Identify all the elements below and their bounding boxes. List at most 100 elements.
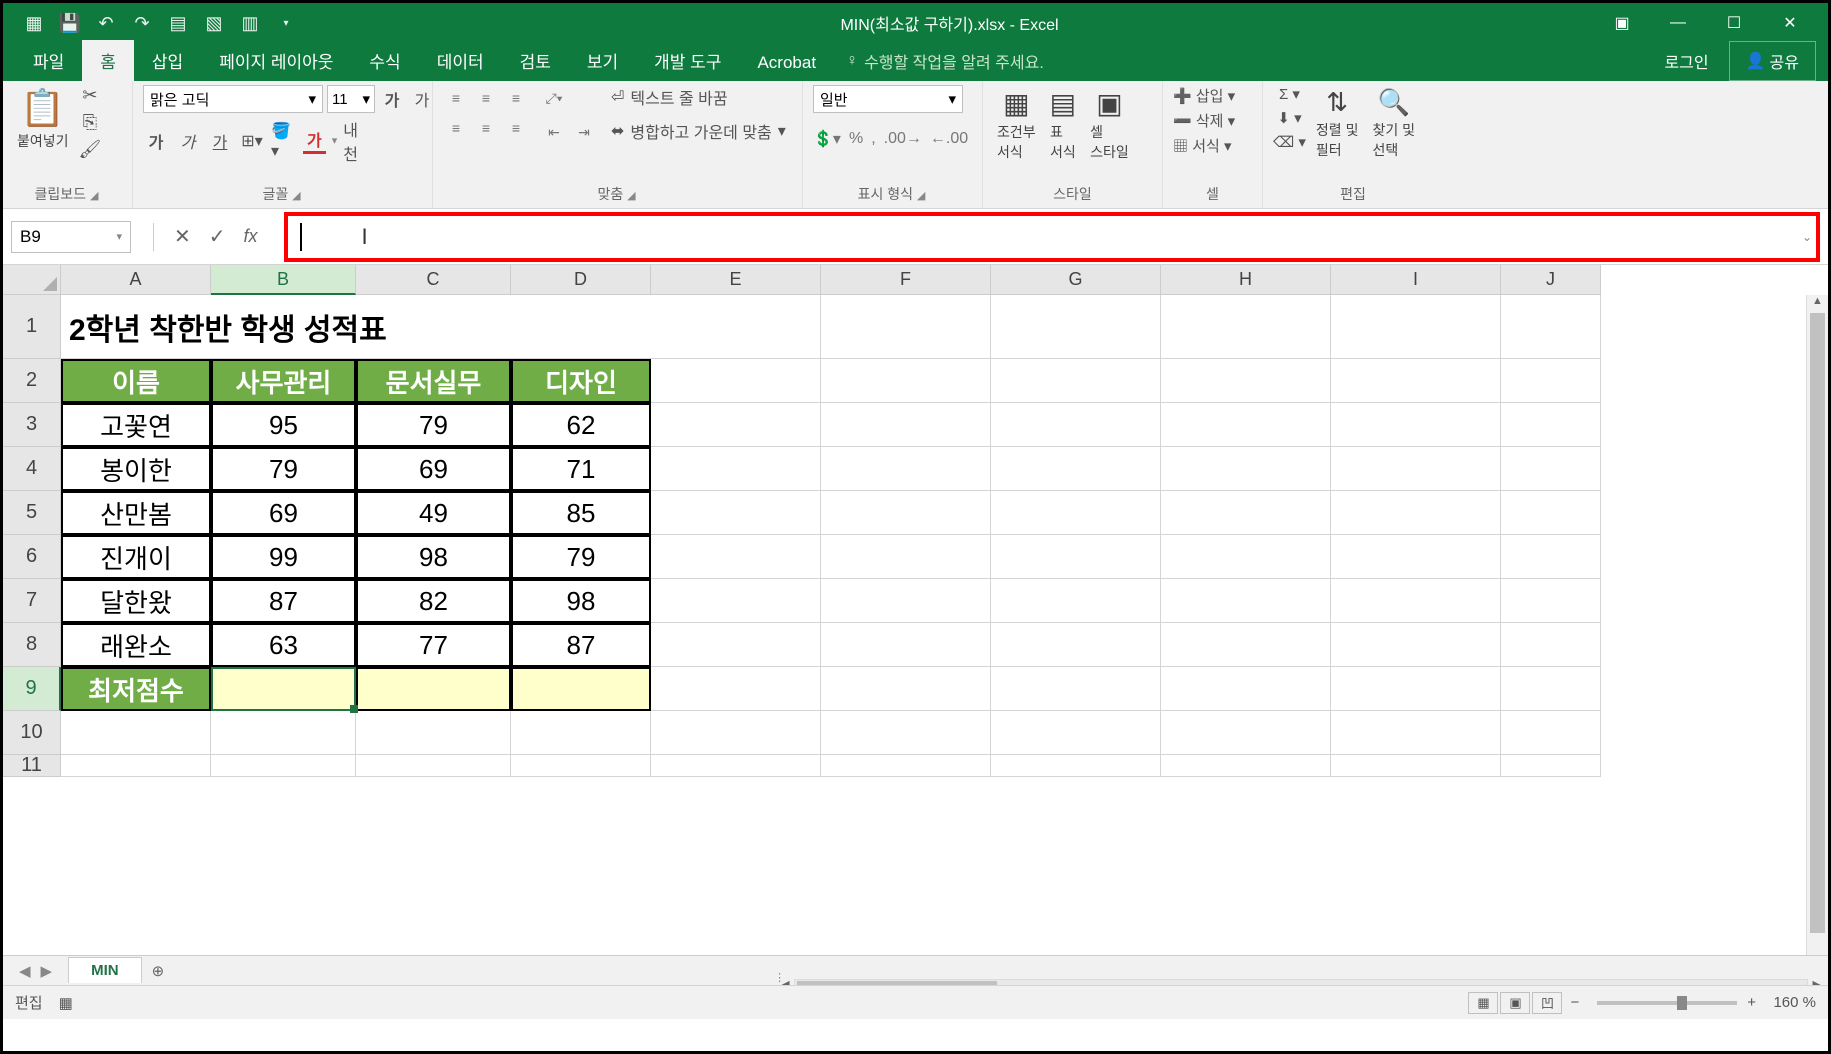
cell-I4[interactable] xyxy=(1331,447,1501,491)
merge-center-button[interactable]: ⬌병합하고 가운데 맞춤 ▾ xyxy=(611,119,786,143)
macro-record-icon[interactable]: ▦ xyxy=(59,994,73,1012)
cell-A10[interactable] xyxy=(61,711,211,755)
page-layout-view-button[interactable]: ▣ xyxy=(1500,992,1530,1014)
font-color-button[interactable]: 가 xyxy=(303,127,326,154)
cell-E11[interactable] xyxy=(651,755,821,777)
cell-C11[interactable] xyxy=(356,755,511,777)
find-select-button[interactable]: 🔍찾기 및 선택 xyxy=(1368,85,1419,162)
cell-B10[interactable] xyxy=(211,711,356,755)
cell-E2[interactable] xyxy=(651,359,821,403)
cell-D9[interactable] xyxy=(511,667,651,711)
cell-H7[interactable] xyxy=(1161,579,1331,623)
cell-G7[interactable] xyxy=(991,579,1161,623)
decrease-font-icon[interactable]: 가 xyxy=(409,86,435,112)
undo-icon[interactable]: ↶ xyxy=(95,12,117,34)
cell-G4[interactable] xyxy=(991,447,1161,491)
cancel-formula-icon[interactable]: ✕ xyxy=(174,224,191,249)
increase-decimal-icon[interactable]: .00→ xyxy=(884,130,922,148)
formula-bar[interactable]: I ⌄ xyxy=(284,212,1820,262)
cell-B5[interactable]: 69 xyxy=(211,491,356,535)
cell-F2[interactable] xyxy=(821,359,991,403)
cell-C4[interactable]: 69 xyxy=(356,447,511,491)
cut-icon[interactable]: ✂ xyxy=(82,85,97,106)
cell-A8[interactable]: 래완소 xyxy=(61,623,211,667)
cell-E9[interactable] xyxy=(651,667,821,711)
cell-E7[interactable] xyxy=(651,579,821,623)
fill-color-button[interactable]: 🪣▾ xyxy=(271,128,297,154)
accounting-format-icon[interactable]: 💲▾ xyxy=(813,129,841,149)
save-icon[interactable]: 💾 xyxy=(59,12,81,34)
cell-B9[interactable] xyxy=(211,667,356,711)
scroll-thumb[interactable] xyxy=(1810,313,1825,933)
scroll-up-icon[interactable]: ▲ xyxy=(1807,295,1828,313)
qat-icon-2[interactable]: ▧ xyxy=(203,12,225,34)
dialog-launcher-icon[interactable]: ◢ xyxy=(90,190,100,202)
zoom-slider[interactable] xyxy=(1597,1001,1737,1005)
tab-home[interactable]: 홈 xyxy=(82,40,134,81)
cell-F10[interactable] xyxy=(821,711,991,755)
cell-J5[interactable] xyxy=(1501,491,1601,535)
cell-F4[interactable] xyxy=(821,447,991,491)
name-box[interactable]: B9▾ xyxy=(11,221,131,253)
cell-C2[interactable]: 문서실무 xyxy=(356,359,511,403)
cell-J2[interactable] xyxy=(1501,359,1601,403)
dialog-launcher-icon[interactable]: ◢ xyxy=(627,190,637,202)
decrease-decimal-icon[interactable]: ←.00 xyxy=(930,130,968,148)
conditional-format-button[interactable]: ▦조건부 서식 xyxy=(993,85,1040,164)
align-middle-icon[interactable]: ≡ xyxy=(473,85,499,111)
cell-D6[interactable]: 79 xyxy=(511,535,651,579)
column-header-G[interactable]: G xyxy=(991,265,1161,295)
sort-filter-button[interactable]: ⇅정렬 및 필터 xyxy=(1312,85,1363,162)
align-left-icon[interactable]: ≡ xyxy=(443,115,469,141)
cell-G2[interactable] xyxy=(991,359,1161,403)
cell-B4[interactable]: 79 xyxy=(211,447,356,491)
cell-C10[interactable] xyxy=(356,711,511,755)
cell-I9[interactable] xyxy=(1331,667,1501,711)
row-header-2[interactable]: 2 xyxy=(3,359,61,403)
hscroll-left-icon[interactable]: ◀ xyxy=(781,978,789,986)
cell-J7[interactable] xyxy=(1501,579,1601,623)
zoom-out-button[interactable]: − xyxy=(1570,994,1579,1011)
cell-F8[interactable] xyxy=(821,623,991,667)
cell-I10[interactable] xyxy=(1331,711,1501,755)
zoom-handle[interactable] xyxy=(1677,996,1687,1010)
close-button[interactable]: ✕ xyxy=(1770,7,1810,39)
format-painter-icon[interactable]: 🖌 xyxy=(79,139,102,160)
zoom-level[interactable]: 160 % xyxy=(1756,994,1816,1011)
cell-H5[interactable] xyxy=(1161,491,1331,535)
cell-E4[interactable] xyxy=(651,447,821,491)
align-bottom-icon[interactable]: ≡ xyxy=(503,85,529,111)
cell-E10[interactable] xyxy=(651,711,821,755)
column-header-A[interactable]: A xyxy=(61,265,211,295)
cell-C3[interactable]: 79 xyxy=(356,403,511,447)
row-header-9[interactable]: 9 xyxy=(3,667,61,711)
column-header-C[interactable]: C xyxy=(356,265,511,295)
decrease-indent-icon[interactable]: ⇤ xyxy=(541,119,567,145)
cell-G1[interactable] xyxy=(991,295,1161,359)
cell-A1[interactable]: 2학년 착한반 학생 성적표 xyxy=(61,295,651,359)
bold-button[interactable]: 가 xyxy=(143,128,169,154)
tab-page-layout[interactable]: 페이지 레이아웃 xyxy=(201,40,351,81)
cell-H2[interactable] xyxy=(1161,359,1331,403)
cell-H1[interactable] xyxy=(1161,295,1331,359)
add-sheet-button[interactable]: ⊕ xyxy=(142,958,175,984)
cell-E3[interactable] xyxy=(651,403,821,447)
column-header-H[interactable]: H xyxy=(1161,265,1331,295)
redo-icon[interactable]: ↷ xyxy=(131,12,153,34)
qat-icon-3[interactable]: ▥ xyxy=(239,12,261,34)
column-header-E[interactable]: E xyxy=(651,265,821,295)
cell-E8[interactable] xyxy=(651,623,821,667)
autosum-icon[interactable]: Σ ▾ xyxy=(1279,85,1300,103)
cell-H9[interactable] xyxy=(1161,667,1331,711)
maximize-button[interactable]: ☐ xyxy=(1714,7,1754,39)
cell-F9[interactable] xyxy=(821,667,991,711)
cell-H6[interactable] xyxy=(1161,535,1331,579)
cell-D3[interactable]: 62 xyxy=(511,403,651,447)
column-header-J[interactable]: J xyxy=(1501,265,1601,295)
cell-F6[interactable] xyxy=(821,535,991,579)
align-top-icon[interactable]: ≡ xyxy=(443,85,469,111)
ruby-button[interactable]: 내천 xyxy=(343,128,369,154)
format-table-button[interactable]: ▤표 서식 xyxy=(1046,85,1080,164)
cell-A7[interactable]: 달한왔 xyxy=(61,579,211,623)
cell-J8[interactable] xyxy=(1501,623,1601,667)
